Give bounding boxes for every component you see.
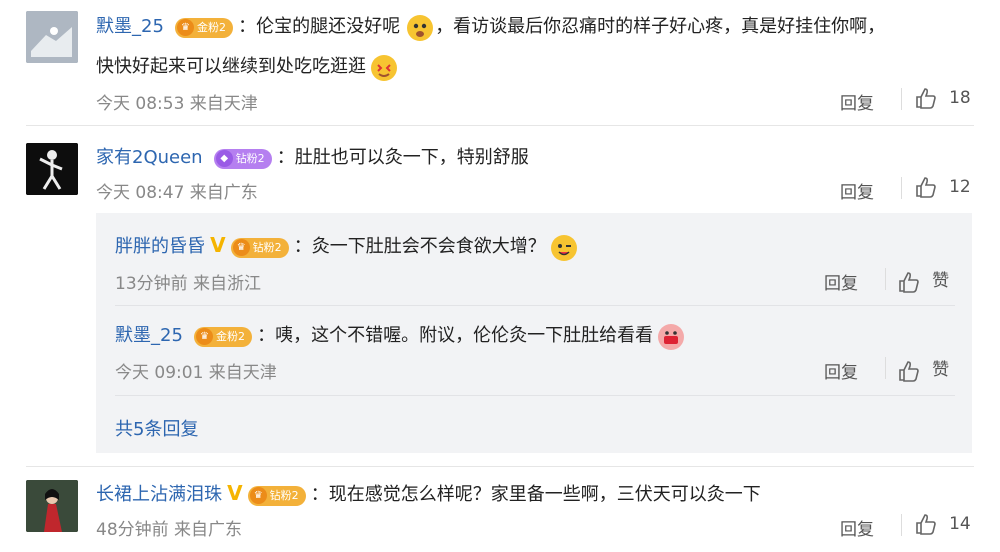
comment-header: 长裙上沾满泪珠 V ♛ 钻粉2 ：现在感觉怎么样呢？家里备一些啊，三伏天可以灸一下 (96, 480, 761, 506)
verified-v-icon: V (210, 233, 226, 257)
emoji-icon (550, 234, 577, 261)
badge-icon: ◆ (215, 149, 233, 167)
like-button[interactable]: 12 (914, 175, 971, 199)
like-label: 赞 (932, 271, 950, 291)
avatar-image (26, 480, 78, 532)
comment-line2: 快快好起来可以继续到处吃吃逛逛 (96, 52, 398, 81)
fan-badge[interactable]: ♛ 金粉2 (194, 326, 252, 347)
reply-text: ：灸一下肚肚会不会食欲大增？ (293, 236, 546, 257)
comment-time: 48分钟前 来自广东 (96, 520, 243, 540)
thumbs-up-icon (916, 177, 936, 198)
thumbs-up-icon (916, 514, 936, 535)
reply-button[interactable]: 回复 (840, 515, 874, 540)
sub-reply-header: 默墨_25 ♛ 金粉2 ：咦，这个不错喔。附议，伦伦灸一下肚肚给看看 (115, 321, 685, 350)
badge-icon: ♛ (232, 238, 250, 256)
like-count: 12 (949, 176, 971, 197)
comment-header: 家有2Queen ◆ 钻粉2 ：肚肚也可以灸一下，特别舒服 (96, 143, 529, 169)
emoji-icon (407, 14, 434, 41)
comment-text: ：现在感觉怎么样呢？家里备一些啊，三伏天可以灸一下 (310, 484, 761, 505)
badge-icon: ♛ (177, 18, 194, 36)
comment-time: 今天 08:47 来自广东 (96, 183, 258, 203)
reply-button[interactable]: 回复 (824, 358, 858, 383)
thumbs-up-icon (899, 271, 919, 293)
divider (115, 395, 955, 396)
like-button[interactable]: 18 (914, 86, 971, 110)
comment-text-line2: 快快好起来可以继续到处吃吃逛逛 (96, 56, 366, 77)
badge-label: 金粉2 (197, 20, 226, 34)
thumbs-up-icon (916, 88, 936, 109)
divider (901, 88, 902, 110)
sub-reply-header: 胖胖的昏昏 V ♛ 钻粉2 ：灸一下肚肚会不会食欲大增？ (115, 232, 577, 261)
comment-text: ：伦宝的腿还没好呢 (238, 16, 401, 37)
reply-button[interactable]: 回复 (840, 89, 874, 114)
fan-badge[interactable]: ◆ 钻粉2 (213, 148, 272, 169)
divider (26, 466, 974, 467)
comment-header: 默墨_25 ♛ 金粉2 ：伦宝的腿还没好呢 ，看访谈最后你忍痛时的样子好心疼，真是… (96, 12, 885, 41)
like-button[interactable]: 赞 (897, 266, 949, 294)
reply-time: 13分钟前 来自浙江 (115, 274, 262, 294)
like-button[interactable]: 赞 (897, 355, 949, 383)
divider (901, 177, 902, 199)
avatar[interactable] (26, 480, 78, 532)
username-link[interactable]: 长裙上沾满泪珠 (96, 484, 222, 505)
divider (885, 268, 886, 290)
emoji-icon (371, 54, 398, 81)
like-count: 14 (949, 513, 971, 534)
fan-badge[interactable]: ♛ 金粉2 (175, 17, 233, 38)
badge-icon: ♛ (196, 327, 213, 345)
reply-time: 今天 09:01 来自天津 (115, 363, 277, 383)
username-link[interactable]: 家有2Queen (96, 147, 203, 168)
badge-icon: ♛ (249, 486, 267, 504)
divider (901, 514, 902, 536)
avatar-image (26, 143, 78, 195)
username-link[interactable]: 默墨_25 (115, 325, 183, 346)
badge-label: 钻粉2 (252, 240, 282, 254)
fan-badge[interactable]: ♛ 钻粉2 (230, 237, 289, 258)
more-replies-link[interactable]: 共5条回复 (115, 415, 198, 441)
badge-label: 钻粉2 (269, 488, 299, 502)
like-label: 赞 (932, 360, 950, 380)
reply-text: ：咦，这个不错喔。附议，伦伦灸一下肚肚给看看 (257, 325, 654, 346)
reply-button[interactable]: 回复 (840, 178, 874, 203)
avatar-image (26, 11, 78, 63)
divider (115, 305, 955, 306)
like-button[interactable]: 14 (914, 512, 971, 536)
fan-badge[interactable]: ♛ 钻粉2 (247, 485, 306, 506)
divider (885, 357, 886, 379)
thumbs-up-icon (899, 360, 919, 382)
comment-text: ：肚肚也可以灸一下，特别舒服 (276, 147, 529, 168)
verified-v-icon: V (227, 481, 243, 505)
avatar[interactable] (26, 11, 78, 63)
badge-label: 钻粉2 (235, 151, 265, 165)
username-link[interactable]: 默墨_25 (96, 16, 164, 37)
like-count: 18 (949, 87, 971, 108)
comment-text-cont: ，看访谈最后你忍痛时的样子好心疼，真是好挂住你啊， (435, 16, 886, 37)
emoji-icon (658, 323, 685, 350)
badge-label: 金粉2 (216, 329, 245, 343)
comment-time: 今天 08:53 来自天津 (96, 94, 258, 114)
avatar[interactable] (26, 143, 78, 195)
divider (26, 125, 974, 126)
reply-button[interactable]: 回复 (824, 269, 858, 294)
username-link[interactable]: 胖胖的昏昏 (115, 236, 205, 257)
